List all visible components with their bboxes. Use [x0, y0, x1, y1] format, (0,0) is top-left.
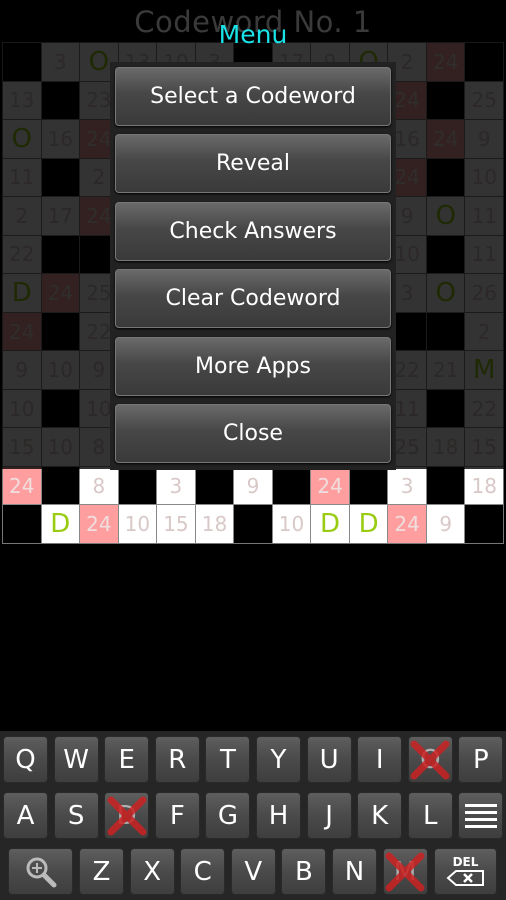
menu-key[interactable] — [458, 792, 504, 839]
key-n[interactable]: N — [332, 848, 377, 895]
grid-cell[interactable]: 8 — [80, 466, 118, 505]
black-square — [118, 466, 157, 505]
menu-icon — [464, 803, 497, 828]
menu-title: Menu — [218, 20, 288, 49]
key-b[interactable]: B — [281, 848, 327, 895]
black-square — [349, 466, 388, 505]
key-m[interactable]: M — [382, 848, 428, 895]
key-u[interactable]: U — [306, 736, 352, 783]
key-label: R — [168, 744, 187, 775]
key-o[interactable]: O — [407, 736, 453, 783]
key-l[interactable]: L — [407, 792, 453, 839]
key-r[interactable]: R — [154, 736, 200, 783]
key-label: V — [244, 856, 263, 887]
key-d[interactable]: D — [104, 792, 150, 839]
grid-cell-highlighted[interactable]: 24 — [388, 505, 426, 543]
letter-keyboard: Q W E R T Y U I O P A S D F G H J K L Z X C V B N M DEL — [0, 731, 506, 900]
grid-cell-letter[interactable]: D — [349, 505, 388, 543]
key-label: G — [217, 800, 238, 831]
key-g[interactable]: G — [205, 792, 251, 839]
select-codeword-button[interactable]: Select a Codeword — [115, 67, 391, 126]
menu-dialog: Select a Codeword Reveal Check Answers C… — [110, 62, 396, 470]
grid-cell-letter[interactable]: D — [311, 505, 349, 543]
black-square — [41, 466, 80, 505]
clear-codeword-button[interactable]: Clear Codeword — [115, 269, 391, 328]
key-z[interactable]: Z — [79, 848, 124, 895]
delete-key[interactable]: DEL — [434, 848, 497, 895]
key-w[interactable]: W — [53, 736, 99, 783]
grid-cell-highlighted[interactable]: 24 — [80, 505, 118, 543]
key-v[interactable]: V — [230, 848, 276, 895]
black-square — [195, 466, 234, 505]
key-s[interactable]: S — [53, 792, 99, 839]
reveal-button[interactable]: Reveal — [115, 134, 391, 193]
key-a[interactable]: A — [3, 792, 48, 839]
more-apps-button[interactable]: More Apps — [115, 337, 391, 396]
key-h[interactable]: H — [256, 792, 301, 839]
grid-cell[interactable]: 10 — [118, 505, 157, 543]
grid-cell-highlighted[interactable]: 24 — [3, 466, 41, 505]
zoom-key[interactable] — [8, 848, 73, 895]
key-x[interactable]: X — [129, 848, 175, 895]
key-label: F — [169, 800, 185, 831]
key-p[interactable]: P — [458, 736, 504, 783]
key-label: A — [16, 800, 35, 831]
magnifier-zoom-icon — [26, 857, 56, 887]
key-label: K — [371, 800, 389, 831]
grid-cell-highlighted[interactable]: 24 — [311, 466, 349, 505]
grid-cell[interactable]: 10 — [272, 505, 311, 543]
key-label: O — [420, 744, 441, 775]
grid-cell[interactable]: 3 — [388, 466, 426, 505]
delete-label: DEL — [452, 855, 479, 869]
key-label: E — [118, 744, 135, 775]
key-label: Z — [92, 856, 111, 887]
key-label: C — [193, 856, 212, 887]
key-c[interactable]: C — [180, 848, 226, 895]
key-label: Y — [270, 744, 287, 775]
key-f[interactable]: F — [154, 792, 200, 839]
key-label: N — [344, 856, 365, 887]
black-square — [272, 466, 311, 505]
key-k[interactable]: K — [357, 792, 403, 839]
key-label: M — [393, 856, 417, 887]
grid-cell[interactable]: 3 — [157, 466, 195, 505]
key-label: U — [319, 744, 339, 775]
black-square — [426, 466, 465, 505]
key-label: H — [268, 800, 289, 831]
black-square — [465, 505, 503, 543]
key-label: W — [63, 744, 89, 775]
key-label: P — [473, 744, 489, 775]
grid-cell[interactable]: 15 — [157, 505, 195, 543]
check-answers-button[interactable]: Check Answers — [115, 202, 391, 261]
grid-cell[interactable]: 9 — [234, 466, 272, 505]
key-label: J — [325, 800, 333, 831]
key-label: D — [116, 800, 137, 831]
black-square — [3, 505, 41, 543]
key-j[interactable]: J — [306, 792, 352, 839]
key-label: S — [67, 800, 85, 831]
grid-cell-letter[interactable]: D — [41, 505, 80, 543]
key-label: Q — [15, 744, 36, 775]
key-label: L — [423, 800, 438, 831]
key-y[interactable]: Y — [256, 736, 301, 783]
key-label: B — [294, 856, 313, 887]
backspace-icon — [445, 870, 484, 886]
grid-cell[interactable]: 9 — [426, 505, 465, 543]
key-t[interactable]: T — [205, 736, 251, 783]
key-label: X — [143, 856, 161, 887]
grid-cell[interactable]: 18 — [195, 505, 234, 543]
key-q[interactable]: Q — [3, 736, 48, 783]
close-button[interactable]: Close — [115, 404, 391, 463]
key-label: I — [375, 744, 384, 775]
grid-cell[interactable]: 18 — [465, 466, 503, 505]
key-i[interactable]: I — [357, 736, 403, 783]
black-square — [234, 505, 272, 543]
key-label: T — [219, 744, 236, 775]
key-e[interactable]: E — [104, 736, 150, 783]
